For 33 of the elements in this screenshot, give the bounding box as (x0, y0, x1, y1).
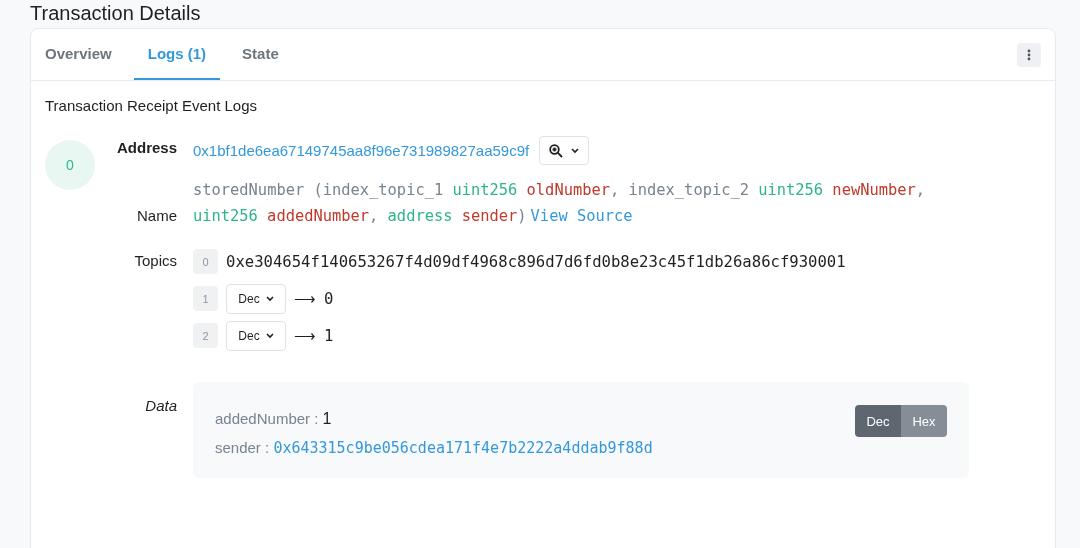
chevron-down-icon (265, 295, 274, 302)
arrow-icon: ⟶ (294, 289, 316, 308)
topic-value: 1 (324, 326, 334, 345)
view-source-link[interactable]: View Source (530, 207, 633, 225)
topic-index: 2 (193, 323, 218, 348)
field-label: Topics (133, 251, 177, 271)
tab[interactable]: State (242, 29, 279, 80)
event-signature: storedNumber (index_topic_1 uint256 oldNumber, index_topic_2 uint256 newNumber, uint256 addedNumber, address sender) View Source (193, 180, 927, 227)
data-entry: sender : 0x643315c9be056cdea171f4e7b2222a4ddab9f88d (215, 438, 653, 459)
zoom-dropdown-button[interactable] (539, 136, 590, 165)
field-label: Address (115, 138, 177, 158)
topic-value: 0 (324, 289, 334, 308)
format-select[interactable]: Dec (226, 283, 286, 314)
topic-index: 0 (193, 249, 218, 274)
page-title: Transaction Details (30, 2, 202, 24)
section-title: Transaction Receipt Event Logs (45, 97, 259, 114)
zoom-in-icon (549, 143, 564, 158)
arrow-icon: ⟶ (294, 326, 316, 345)
chevron-down-icon (265, 332, 274, 339)
field-label: Data (144, 396, 177, 416)
format-toggle[interactable]: Hex (901, 405, 947, 437)
format-toggle[interactable]: Dec (855, 405, 901, 437)
address-link[interactable]: 0x1bf1de6ea67149745aa8f96e731989827aa59c9f (193, 142, 530, 159)
log-index: 0 (45, 140, 95, 190)
chevron-down-icon (571, 147, 580, 154)
format-select[interactable]: Dec (226, 320, 286, 351)
tab[interactable]: Overview (45, 29, 112, 80)
topic-value: 0xe304654f140653267f4d09df4968c896d7d6fd0b8e23c45f1db26a86cf930001 (226, 252, 846, 271)
more-vertical-icon (1027, 48, 1031, 61)
field-label: Name (136, 206, 177, 226)
topic-index: 1 (193, 286, 218, 311)
data-entry: addedNumber : 1 (215, 409, 333, 429)
tab[interactable]: Logs (1) (133, 29, 221, 80)
